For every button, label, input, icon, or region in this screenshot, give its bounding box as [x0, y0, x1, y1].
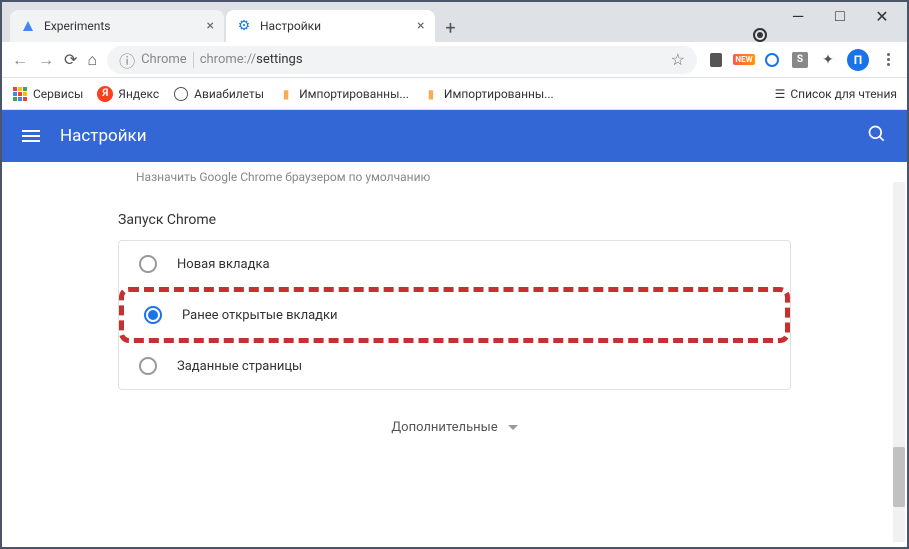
- url-prefix: Chrome: [141, 52, 187, 67]
- tab-search-button[interactable]: [753, 28, 767, 42]
- yandex-icon: Я: [97, 86, 113, 102]
- advanced-label: Дополнительные: [391, 420, 497, 435]
- site-info-icon[interactable]: ⓘ: [119, 48, 135, 72]
- new-tab-button[interactable]: +: [437, 14, 465, 42]
- globe-icon: [173, 86, 189, 102]
- new-extension-icon[interactable]: NEW: [735, 51, 753, 69]
- bookmark-yandex[interactable]: Я Яндекс: [97, 86, 159, 102]
- advanced-toggle[interactable]: Дополнительные: [2, 390, 907, 465]
- scrollbar-thumb[interactable]: [893, 447, 905, 507]
- tab-strip: Experiments × ⚙ Настройки × +: [2, 2, 907, 42]
- option-label: Заданные страницы: [177, 359, 302, 374]
- profile-avatar[interactable]: П: [847, 49, 869, 71]
- reading-list-button[interactable]: ☰ Список для чтения: [775, 87, 897, 101]
- reload-button[interactable]: ⟳: [64, 50, 77, 69]
- bookmark-star-icon[interactable]: ☆: [671, 50, 685, 69]
- bookmark-apps[interactable]: Сервисы: [12, 86, 83, 102]
- gear-icon: ⚙: [236, 18, 252, 34]
- settings-title: Настройки: [60, 126, 147, 146]
- option-previous-tabs[interactable]: Ранее открытые вкладки: [119, 287, 790, 343]
- settings-header: Настройки: [2, 110, 907, 162]
- radio-selected-icon: [144, 306, 162, 324]
- default-browser-row: Назначить Google Chrome браузером по умо…: [2, 162, 907, 192]
- close-tab-icon[interactable]: ×: [207, 18, 214, 34]
- radio-icon: [139, 357, 157, 375]
- close-button[interactable]: ✕: [875, 9, 889, 23]
- bookmark-label: Сервисы: [33, 87, 83, 101]
- option-new-tab[interactable]: Новая вкладка: [119, 241, 790, 287]
- flask-icon: [20, 18, 36, 34]
- search-button[interactable]: [867, 124, 887, 148]
- tab-label: Experiments: [44, 19, 111, 33]
- apps-grid-icon: [12, 86, 28, 102]
- tab-label: Настройки: [260, 19, 321, 33]
- option-specific-pages[interactable]: Заданные страницы: [119, 343, 790, 389]
- lock-extension-icon[interactable]: [707, 51, 725, 69]
- extension-icons: NEW S ✦ П: [707, 49, 897, 71]
- bookmark-aviabilets[interactable]: Авиабилеты: [173, 86, 264, 102]
- minimize-button[interactable]: —: [791, 9, 805, 23]
- reading-list-label: Список для чтения: [790, 87, 897, 101]
- tab-settings[interactable]: ⚙ Настройки ×: [226, 10, 435, 42]
- url-input[interactable]: ⓘ Chrome chrome://settings ☆: [107, 46, 697, 74]
- startup-section-title: Запуск Chrome: [2, 192, 907, 240]
- s-extension-icon[interactable]: S: [791, 51, 809, 69]
- tab-experiments[interactable]: Experiments ×: [10, 10, 224, 42]
- window-controls: — □ ✕: [773, 2, 907, 30]
- startup-options-card: Новая вкладка Ранее открытые вкладки Зад…: [118, 240, 791, 390]
- folder-icon: ▮: [278, 86, 294, 102]
- settings-content: Назначить Google Chrome браузером по умо…: [2, 162, 907, 547]
- bookmark-label: Импортированны...: [444, 87, 554, 101]
- home-button[interactable]: ⌂: [87, 50, 97, 70]
- forward-button[interactable]: →: [38, 50, 54, 70]
- bookmark-label: Яндекс: [118, 87, 159, 101]
- list-icon: ☰: [775, 87, 786, 101]
- bookmark-imported-2[interactable]: ▮ Импортированны...: [423, 86, 554, 102]
- option-label: Ранее открытые вкладки: [182, 308, 338, 323]
- chevron-down-icon: [508, 425, 518, 430]
- bookmarks-bar: Сервисы Я Яндекс Авиабилеты ▮ Импортиров…: [2, 78, 907, 110]
- radio-icon: [139, 255, 157, 273]
- maximize-button[interactable]: □: [833, 9, 847, 23]
- bookmark-imported-1[interactable]: ▮ Импортированны...: [278, 86, 409, 102]
- back-button[interactable]: ←: [12, 50, 28, 70]
- bookmark-label: Авиабилеты: [194, 87, 264, 101]
- close-tab-icon[interactable]: ×: [417, 18, 424, 34]
- hamburger-menu-icon[interactable]: [22, 130, 40, 142]
- address-bar: ← → ⟳ ⌂ ⓘ Chrome chrome://settings ☆ NEW…: [2, 42, 907, 78]
- bookmark-label: Импортированны...: [299, 87, 409, 101]
- divider: [193, 52, 194, 68]
- folder-icon: ▮: [423, 86, 439, 102]
- option-label: Новая вкладка: [177, 257, 270, 272]
- extensions-icon[interactable]: ✦: [819, 51, 837, 69]
- eye-extension-icon[interactable]: [763, 51, 781, 69]
- menu-icon[interactable]: [879, 51, 897, 69]
- url-text: chrome://settings: [200, 52, 303, 67]
